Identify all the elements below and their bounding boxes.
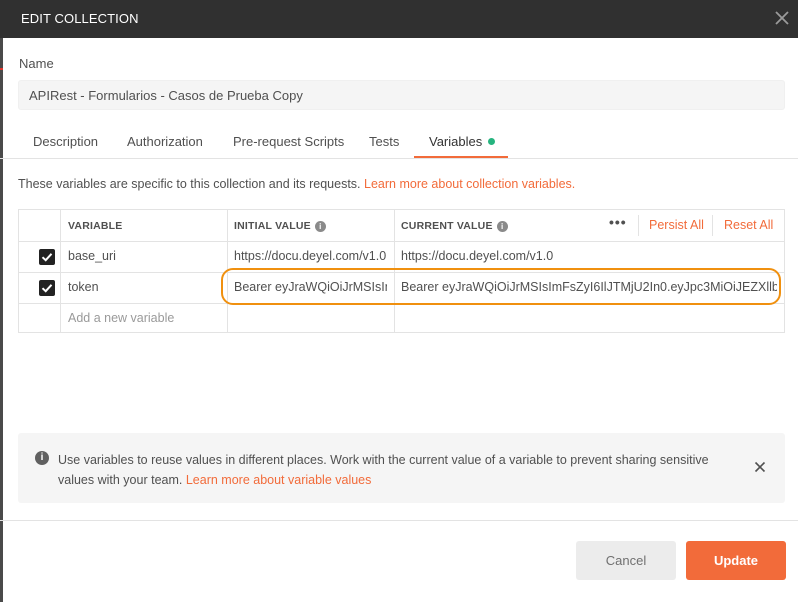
column-header-current-value: CURRENT VALUE i [401,220,508,232]
footer-divider [0,520,798,521]
column-header-initial-value: INITIAL VALUE i [234,220,326,232]
column-header-variable: VARIABLE [68,220,123,232]
header-divider [712,215,713,236]
checkmark-icon [41,253,53,262]
variable-enabled-checkbox[interactable] [39,280,55,296]
collection-name-input[interactable] [18,80,785,110]
variable-name-cell[interactable]: token [68,280,218,294]
learn-more-collection-variables-link[interactable]: Learn more about collection variables. [364,177,575,191]
info-icon[interactable]: i [314,221,326,232]
variables-description: These variables are specific to this col… [18,177,575,191]
variable-enabled-checkbox[interactable] [39,249,55,265]
window-edge [0,38,3,602]
info-icon[interactable]: i [496,221,508,232]
tab-bar: Description Authorization Pre-request Sc… [0,130,798,159]
variable-name-cell[interactable]: base_uri [68,249,218,263]
tab-authorization[interactable]: Authorization [127,134,203,149]
reset-all-button[interactable]: Reset All [724,218,773,232]
checkmark-icon [41,284,53,293]
name-label: Name [19,56,54,71]
token-row-highlight [221,268,781,305]
dialog-titlebar: EDIT COLLECTION [0,0,798,38]
initial-value-header-text: INITIAL VALUE [234,220,311,232]
tab-pre-request-scripts[interactable]: Pre-request Scripts [233,134,344,149]
current-value-cell[interactable]: https://docu.deyel.com/v1.0 [401,249,771,263]
row-divider [19,241,784,242]
active-indicator-dot [488,138,496,145]
cancel-button[interactable]: Cancel [576,541,676,580]
add-variable-input[interactable]: Add a new variable [68,311,218,325]
more-options-icon[interactable]: ••• [609,214,627,230]
tab-description[interactable]: Description [33,134,98,149]
active-tab-underline [414,156,508,158]
info-banner: i Use variables to reuse values in diffe… [18,433,785,503]
info-icon: i [35,451,49,465]
initial-value-cell[interactable]: https://docu.deyel.com/v1.0 [234,249,387,263]
col-divider [60,210,61,332]
header-divider [638,215,639,236]
dialog-title: EDIT COLLECTION [21,11,139,26]
info-text: Use variables to reuse values in differe… [58,453,709,487]
close-icon[interactable] [772,8,792,28]
update-button[interactable]: Update [686,541,786,580]
variables-description-text: These variables are specific to this col… [18,177,361,191]
tab-variables-label: Variables [429,134,483,149]
info-banner-text: Use variables to reuse values in differe… [58,450,738,490]
persist-all-button[interactable]: Persist All [649,218,704,232]
dismiss-banner-icon[interactable] [754,461,766,473]
tab-tests[interactable]: Tests [369,134,399,149]
learn-more-variable-values-link[interactable]: Learn more about variable values [186,473,372,487]
edge-marker [0,68,3,70]
current-value-header-text: CURRENT VALUE [401,220,493,232]
tab-variables[interactable]: Variables [429,134,496,149]
